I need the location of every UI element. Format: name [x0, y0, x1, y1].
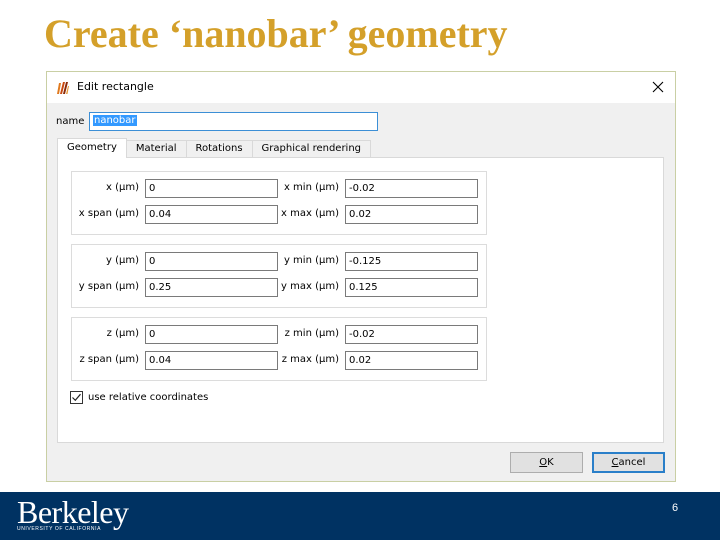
- z-max-input[interactable]: 0.02: [345, 351, 478, 370]
- relative-coordinates-checkbox[interactable]: [70, 391, 83, 404]
- berkeley-logo: Berkeley UNIVERSITY OF CALIFORNIA: [17, 496, 129, 532]
- z-span-label: z span (μm): [79, 354, 139, 365]
- ok-label-rest: K: [547, 457, 554, 468]
- geometry-panel: x (μm) 0 x span (μm) 0.04 x min (μm) -0.…: [57, 157, 664, 443]
- checkmark-icon: [72, 393, 81, 402]
- tab-rotations[interactable]: Rotations: [185, 140, 253, 158]
- z-group: z (μm) 0 z span (μm) 0.04 z min (μm) -0.…: [71, 317, 487, 381]
- slide-title: Create ‘nanobar’ geometry: [44, 11, 508, 56]
- z-min-label: z min (μm): [284, 328, 339, 339]
- ok-mnemonic: O: [539, 457, 548, 468]
- y-label: y (μm): [105, 255, 139, 266]
- y-max-input[interactable]: 0.125: [345, 278, 478, 297]
- x-max-input[interactable]: 0.02: [345, 205, 478, 224]
- tab-material[interactable]: Material: [125, 140, 187, 158]
- close-icon: [652, 81, 664, 93]
- z-label: z (μm): [106, 328, 139, 339]
- name-label: name: [56, 116, 85, 127]
- dialog-title: Edit rectangle: [77, 80, 154, 93]
- x-label: x (μm): [105, 182, 139, 193]
- logo-wordmark: Berkeley: [17, 494, 129, 530]
- name-value: nanobar: [93, 115, 137, 126]
- lumerical-app-icon: [56, 80, 70, 94]
- tab-geometry[interactable]: Geometry: [57, 138, 127, 158]
- y-span-label: y span (μm): [78, 281, 139, 292]
- y-min-label: y min (μm): [283, 255, 339, 266]
- cancel-mnemonic: C: [611, 457, 619, 468]
- dialog-titlebar: Edit rectangle: [47, 72, 675, 103]
- tab-bar: Geometry Material Rotations Graphical re…: [57, 138, 372, 158]
- y-max-label: y max (μm): [281, 281, 339, 292]
- y-group: y (μm) 0 y span (μm) 0.25 y min (μm) -0.…: [71, 244, 487, 308]
- cancel-label-rest: ancel: [618, 457, 646, 468]
- x-span-label: x span (μm): [78, 208, 139, 219]
- relative-coordinates-label: use relative coordinates: [88, 392, 209, 403]
- y-min-input[interactable]: -0.125: [345, 252, 478, 271]
- ok-button[interactable]: OK: [510, 452, 583, 473]
- name-input[interactable]: nanobar: [89, 112, 378, 131]
- z-min-input[interactable]: -0.02: [345, 325, 478, 344]
- edit-rectangle-dialog: Edit rectangle name nanobar Geometry Mat…: [46, 71, 676, 482]
- close-button[interactable]: [647, 76, 669, 98]
- z-max-label: z max (μm): [281, 354, 339, 365]
- x-max-label: x max (μm): [281, 208, 339, 219]
- slide-footer: Berkeley UNIVERSITY OF CALIFORNIA 6: [0, 492, 720, 540]
- tab-graphical-rendering[interactable]: Graphical rendering: [251, 140, 372, 158]
- x-min-label: x min (μm): [283, 182, 339, 193]
- x-min-input[interactable]: -0.02: [345, 179, 478, 198]
- cancel-button[interactable]: Cancel: [592, 452, 665, 473]
- page-number: 6: [672, 502, 679, 514]
- relative-coordinates-option[interactable]: use relative coordinates: [70, 391, 208, 404]
- x-group: x (μm) 0 x span (μm) 0.04 x min (μm) -0.…: [71, 171, 487, 235]
